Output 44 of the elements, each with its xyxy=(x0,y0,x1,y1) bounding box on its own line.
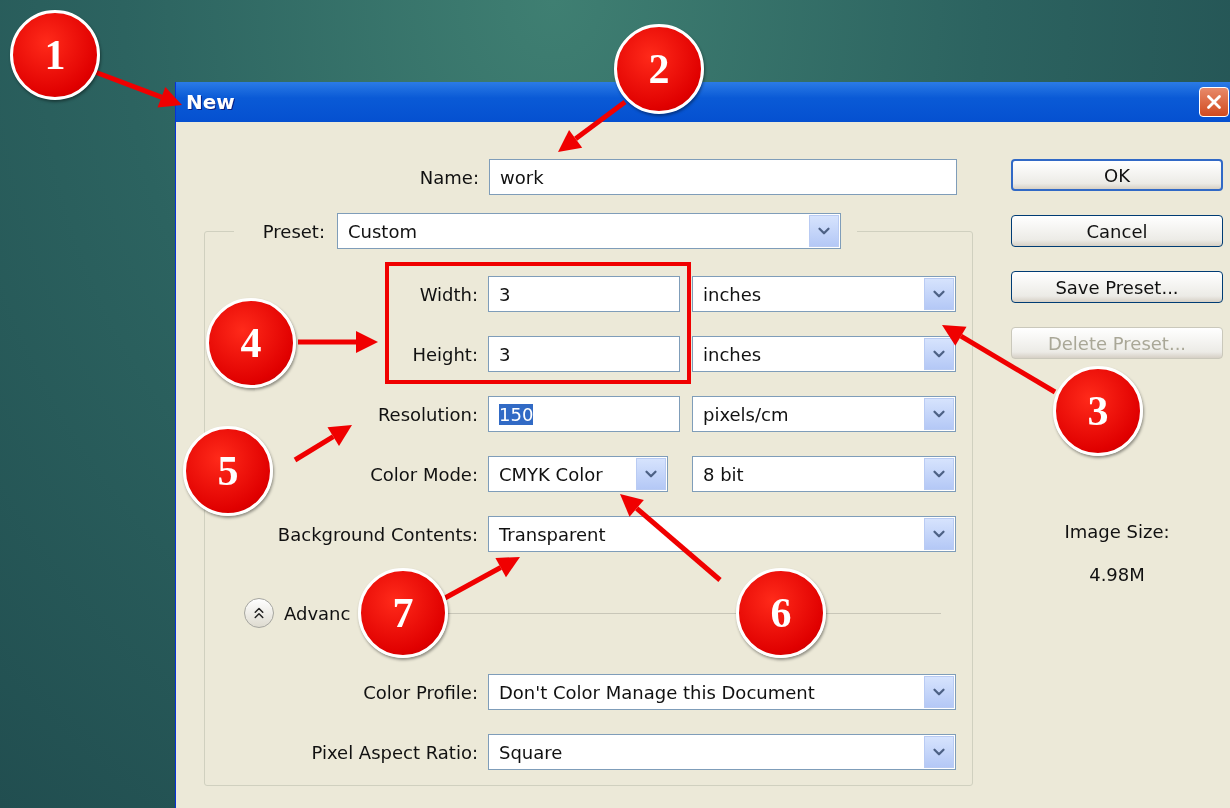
field-label: Resolution: xyxy=(377,403,478,425)
field-label: Name: xyxy=(419,166,479,188)
dropdown-button[interactable] xyxy=(924,518,954,550)
window-title: New xyxy=(186,90,235,114)
contents-select[interactable]: Transparent xyxy=(488,516,956,552)
field-label: Color Mode: xyxy=(370,463,478,485)
toggle-button[interactable] xyxy=(244,598,274,628)
option-select[interactable]: Don't Color Manage this Document xyxy=(488,674,956,710)
dropdown-button[interactable] xyxy=(924,278,954,310)
image-size-label: Image Size: xyxy=(1063,521,1171,542)
arrow xyxy=(558,100,627,152)
unit-select[interactable]: inches xyxy=(692,336,956,372)
section-label: Advanc xyxy=(284,602,351,624)
field-label: Preset: xyxy=(261,220,325,242)
dialog-button[interactable]: OK xyxy=(1011,159,1223,191)
field-label: Height: xyxy=(412,343,478,365)
number-field[interactable]: 3 xyxy=(488,336,680,372)
close-button[interactable] xyxy=(1199,87,1229,117)
field-label: Pixel Aspect Ratio: xyxy=(311,741,478,763)
number-field[interactable]: 3 xyxy=(488,276,680,312)
preset-select[interactable]: Custom xyxy=(337,213,841,249)
number-field[interactable]: 150 xyxy=(488,396,680,432)
option-select[interactable]: Square xyxy=(488,734,956,770)
mode-select[interactable]: CMYK Color xyxy=(488,456,668,492)
arrow xyxy=(293,425,352,463)
dropdown-button[interactable] xyxy=(636,458,666,490)
field-label: Color Profile: xyxy=(363,681,478,703)
dropdown-button[interactable] xyxy=(924,736,954,768)
image-size-value: 4.98M xyxy=(1088,564,1146,585)
unit-select[interactable]: pixels/cm xyxy=(692,396,956,432)
field-label: Width: xyxy=(419,283,478,305)
depth-select[interactable]: 8 bit xyxy=(692,456,956,492)
dropdown-button[interactable] xyxy=(809,215,839,247)
dialog-button[interactable]: Save Preset... xyxy=(1011,271,1223,303)
dropdown-button[interactable] xyxy=(924,398,954,430)
callout-badge: 2 xyxy=(614,24,704,114)
dialog-button[interactable]: Cancel xyxy=(1011,215,1223,247)
name-field[interactable]: work xyxy=(489,159,957,195)
dropdown-button[interactable] xyxy=(924,676,954,708)
dropdown-button[interactable] xyxy=(924,458,954,490)
callout-badge: 1 xyxy=(10,10,100,100)
unit-select[interactable]: inches xyxy=(692,276,956,312)
dropdown-button[interactable] xyxy=(924,338,954,370)
field-label: Background Contents: xyxy=(277,523,478,545)
